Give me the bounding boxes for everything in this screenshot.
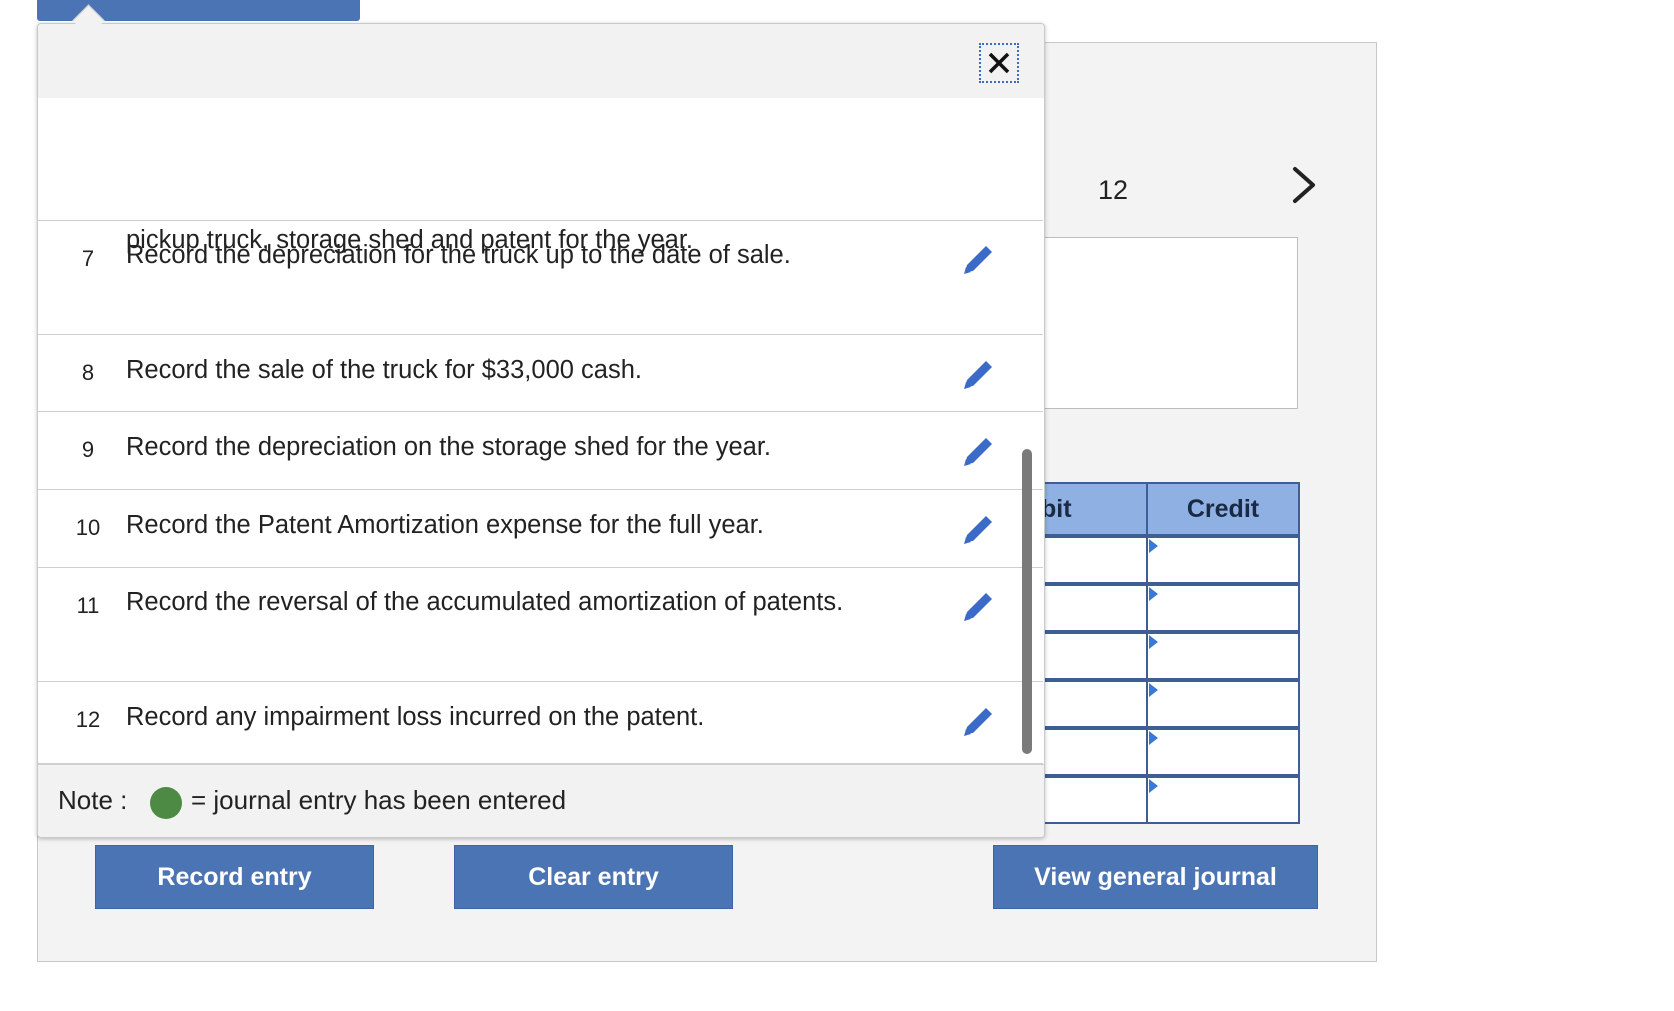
row-number: 11 bbox=[76, 593, 100, 618]
credit-cell[interactable] bbox=[1146, 726, 1300, 777]
entry-number: 12 bbox=[1098, 175, 1129, 205]
cell-marker-icon bbox=[1149, 539, 1158, 553]
row-number: 9 bbox=[81, 437, 95, 462]
table-row bbox=[1003, 630, 1300, 681]
pencil-icon[interactable] bbox=[958, 702, 998, 742]
pencil-icon[interactable] bbox=[958, 240, 998, 280]
cell-marker-icon bbox=[1149, 731, 1158, 745]
table-row bbox=[1003, 534, 1300, 585]
cell-marker-icon bbox=[1149, 587, 1158, 601]
list-item[interactable]: 12 Record any impairment loss incurred o… bbox=[38, 682, 1043, 764]
cell-marker-icon bbox=[1149, 635, 1158, 649]
journal-entry-table: bit Credit bbox=[1003, 482, 1300, 824]
row-text: Record the Patent Amortization expense f… bbox=[126, 511, 764, 539]
pencil-icon[interactable] bbox=[958, 432, 998, 472]
close-icon bbox=[988, 52, 1010, 74]
row-text: Record the sale of the truck for $33,000… bbox=[126, 356, 642, 384]
table-row bbox=[1003, 582, 1300, 633]
note-label: Note : bbox=[58, 785, 128, 815]
table-row bbox=[1003, 678, 1300, 729]
row-text: Record the depreciation on the storage s… bbox=[126, 433, 771, 461]
credit-header: Credit bbox=[1146, 482, 1300, 537]
entered-indicator-icon bbox=[150, 787, 182, 819]
row-number: 10 bbox=[75, 515, 101, 540]
chevron-right-icon[interactable] bbox=[1284, 163, 1324, 207]
transaction-list-popup: pickup truck, storage shed and patent fo… bbox=[37, 23, 1045, 838]
cell-marker-icon bbox=[1149, 779, 1158, 793]
credit-cell[interactable] bbox=[1146, 582, 1300, 633]
pencil-icon[interactable] bbox=[958, 355, 998, 395]
credit-cell[interactable] bbox=[1146, 630, 1300, 681]
note-text: = journal entry has been entered bbox=[191, 785, 567, 815]
clear-entry-button[interactable]: Clear entry bbox=[454, 845, 733, 909]
credit-cell[interactable] bbox=[1146, 774, 1300, 824]
cell-marker-icon bbox=[1149, 683, 1158, 697]
popup-header bbox=[38, 24, 1044, 98]
table-row bbox=[1003, 726, 1300, 777]
row-number: 12 bbox=[75, 707, 101, 732]
credit-cell[interactable] bbox=[1146, 678, 1300, 729]
note-bar: Note : = journal entry has been entered bbox=[38, 764, 1044, 837]
list-item[interactable]: 11 Record the reversal of the accumulate… bbox=[38, 568, 1043, 682]
credit-cell[interactable] bbox=[1146, 534, 1300, 585]
list-item: pickup truck, storage shed and patent fo… bbox=[38, 98, 1043, 254]
pencil-icon[interactable] bbox=[958, 510, 998, 550]
row-text: Record any impairment loss incurred on t… bbox=[126, 703, 705, 731]
list-item[interactable]: 8 Record the sale of the truck for $33,0… bbox=[38, 335, 1043, 412]
view-general-journal-button[interactable]: View general journal bbox=[993, 845, 1318, 909]
table-row bbox=[1003, 774, 1300, 824]
row-number: 8 bbox=[81, 360, 95, 385]
record-entry-button[interactable]: Record entry bbox=[95, 845, 374, 909]
row-text: Record the reversal of the accumulated a… bbox=[126, 588, 844, 616]
list-item[interactable]: 10 Record the Patent Amortization expens… bbox=[38, 490, 1043, 568]
transaction-description-box bbox=[1042, 237, 1298, 409]
close-button[interactable] bbox=[979, 43, 1019, 83]
row-number: 7 bbox=[81, 246, 95, 271]
list-item[interactable]: 7 Record the depreciation for the truck … bbox=[38, 221, 1043, 335]
scrollbar-thumb[interactable] bbox=[1022, 449, 1032, 754]
pencil-icon[interactable] bbox=[958, 587, 998, 627]
list-item[interactable]: 9 Record the depreciation on the storage… bbox=[38, 412, 1043, 490]
row-text: Record the depreciation for the truck up… bbox=[126, 241, 791, 269]
